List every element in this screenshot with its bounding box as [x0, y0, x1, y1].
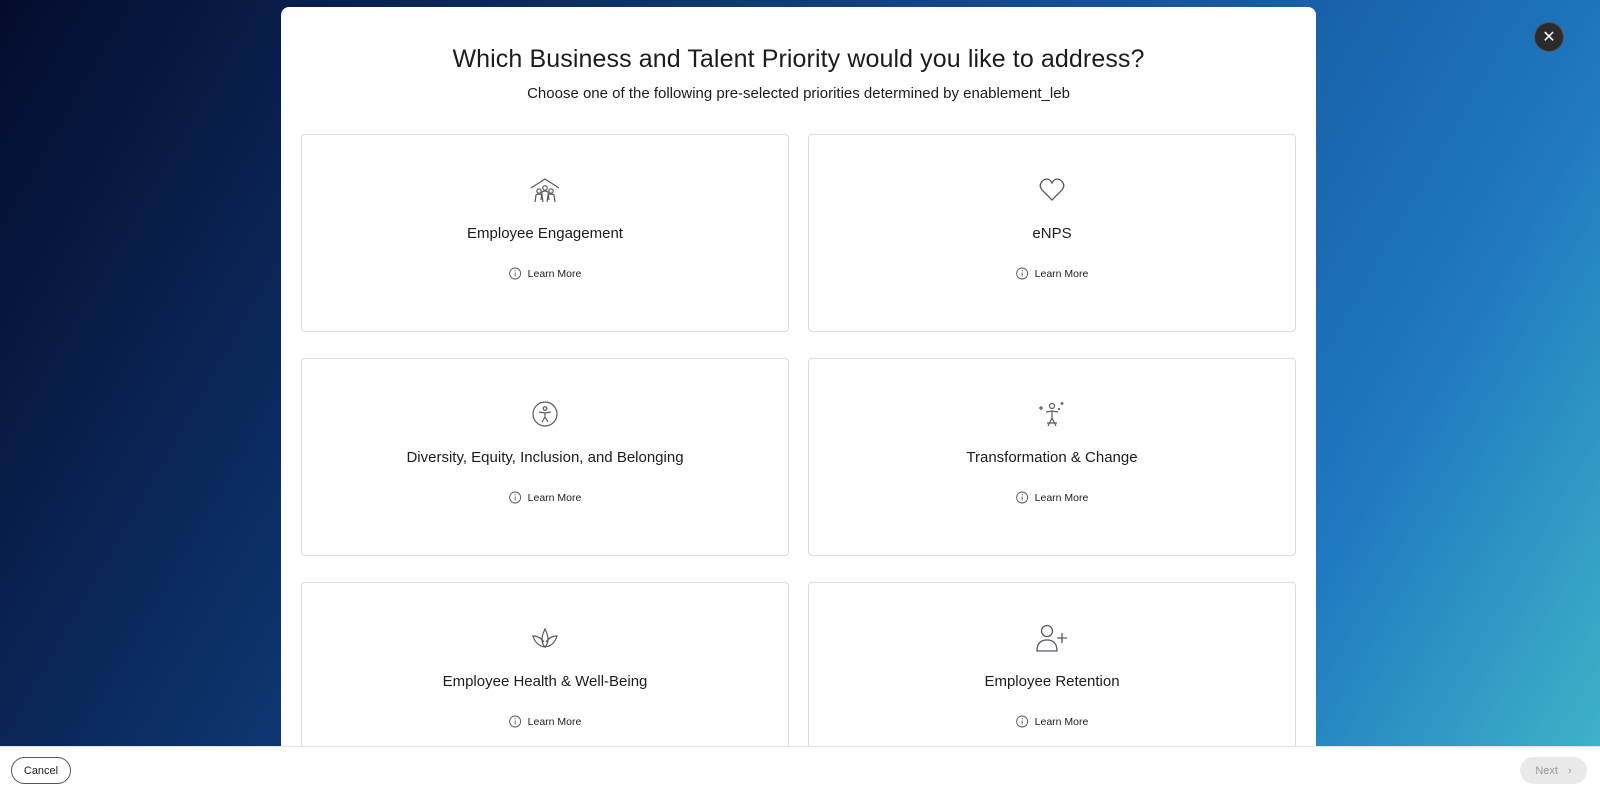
priority-card-retention[interactable]: Employee Retention Learn More	[808, 582, 1296, 746]
modal-subtitle: Choose one of the following pre-selected…	[527, 85, 1070, 102]
modal-title: Which Business and Talent Priority would…	[452, 45, 1145, 73]
cancel-button[interactable]: Cancel	[11, 757, 71, 784]
chevron-right-icon: ›	[1567, 764, 1572, 777]
card-title: Diversity, Equity, Inclusion, and Belong…	[406, 449, 684, 466]
close-button[interactable]: ✕	[1534, 22, 1564, 52]
lotus-icon	[528, 621, 562, 655]
accessibility-person-icon	[528, 397, 562, 431]
learn-more-label: Learn More	[1034, 715, 1089, 728]
sparkle-person-icon	[1035, 397, 1069, 431]
learn-more-label: Learn More	[527, 267, 582, 280]
learn-more-link[interactable]: Learn More	[1016, 267, 1089, 280]
learn-more-link[interactable]: Learn More	[509, 715, 582, 728]
card-title: Transformation & Change	[966, 449, 1138, 466]
learn-more-link[interactable]: Learn More	[1016, 715, 1089, 728]
close-icon: ✕	[1542, 29, 1556, 46]
priority-card-deib[interactable]: Diversity, Equity, Inclusion, and Belong…	[301, 358, 789, 556]
info-icon	[1016, 491, 1029, 504]
community-house-icon	[528, 173, 562, 207]
info-icon	[1016, 715, 1029, 728]
card-title: Employee Health & Well-Being	[442, 673, 648, 690]
info-icon	[509, 491, 522, 504]
learn-more-link[interactable]: Learn More	[509, 491, 582, 504]
learn-more-label: Learn More	[527, 715, 582, 728]
add-person-icon	[1035, 621, 1069, 655]
priority-modal: Which Business and Talent Priority would…	[281, 7, 1316, 746]
next-label: Next	[1535, 764, 1558, 777]
card-title: Employee Engagement	[467, 225, 623, 242]
info-icon	[509, 267, 522, 280]
footer-bar: Cancel Next ›	[0, 746, 1600, 789]
info-icon	[509, 715, 522, 728]
learn-more-link[interactable]: Learn More	[509, 267, 582, 280]
learn-more-label: Learn More	[1034, 267, 1089, 280]
priority-card-employee-engagement[interactable]: Employee Engagement Learn More	[301, 134, 789, 332]
learn-more-link[interactable]: Learn More	[1016, 491, 1089, 504]
priority-card-health-wellbeing[interactable]: Employee Health & Well-Being Learn More	[301, 582, 789, 746]
priority-card-enps[interactable]: eNPS Learn More	[808, 134, 1296, 332]
learn-more-label: Learn More	[527, 491, 582, 504]
info-icon	[1016, 267, 1029, 280]
next-button[interactable]: Next ›	[1520, 757, 1587, 784]
card-title: eNPS	[1032, 225, 1072, 242]
card-title: Employee Retention	[984, 673, 1120, 690]
learn-more-label: Learn More	[1034, 491, 1089, 504]
heart-icon	[1035, 173, 1069, 207]
priority-card-transformation[interactable]: Transformation & Change Learn More	[808, 358, 1296, 556]
